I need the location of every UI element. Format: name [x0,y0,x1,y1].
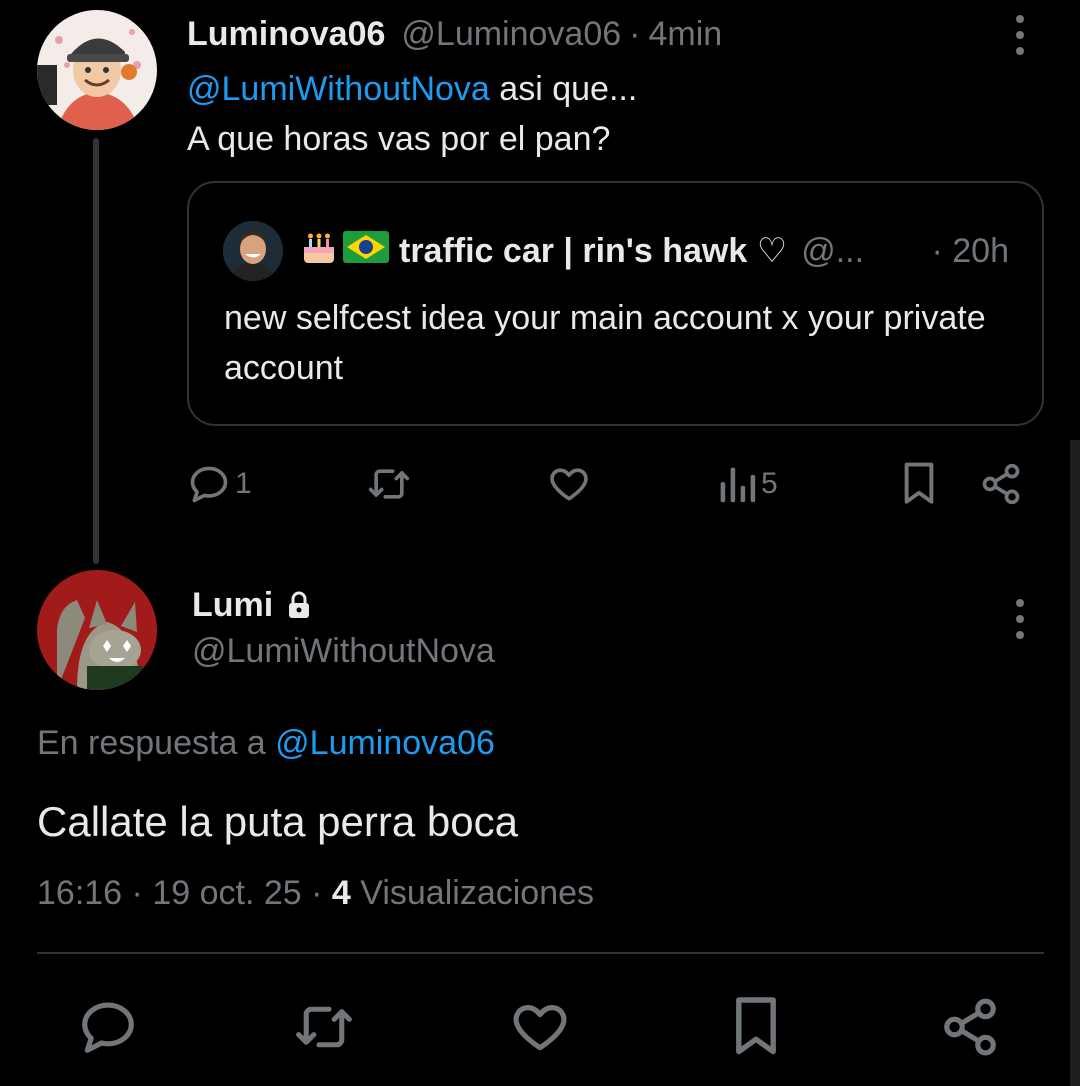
tweet-time[interactable]: 4min [648,15,722,54]
retweet-button[interactable] [365,456,413,512]
more-dot-icon [1016,15,1024,23]
quoted-time: · 20h [931,232,1009,271]
quoted-emojis [299,227,389,276]
quoted-handle[interactable]: @... [801,232,864,271]
reply-icon [190,466,228,503]
tweet-header: Luminova06 @Luminova06 · 4min [187,12,722,56]
more-options-button[interactable] [1000,10,1040,60]
tweet-text: @LumiWithoutNova asi que... A que horas … [187,64,1037,164]
divider [37,952,1044,954]
more-dot-icon [1016,31,1024,39]
bookmark-button[interactable] [721,992,791,1062]
brazil-flag-icon [343,230,389,272]
views-count: 5 [761,467,778,500]
avatar[interactable] [37,570,157,690]
views-count: 4 [331,874,351,912]
views-icon [720,467,756,503]
tweet-text-line1: asi que... [489,70,638,108]
quoted-avatar[interactable] [223,221,283,281]
bookmark-icon [904,462,934,504]
user-handle[interactable]: @LumiWithoutNova [192,628,495,674]
share-icon [982,463,1020,505]
tweet-date[interactable]: 19 oct. 25 [152,874,301,912]
tweet-actions [37,992,1044,1062]
display-name[interactable]: Luminova06 [187,15,385,54]
replying-to-link[interactable]: @Luminova06 [275,724,495,762]
lock-icon [287,591,311,619]
tweet-text: Callate la puta perra boca [37,798,518,845]
quoted-display-name[interactable]: traffic car | rin's hawk ♡ [399,231,787,271]
quoted-tweet-card[interactable]: traffic car | rin's hawk ♡ @... · 20h ne… [187,181,1044,426]
separator-dot: · [931,231,943,270]
reply-button[interactable] [73,992,143,1062]
separator-dot: · [311,874,323,912]
tweet-text-line2: A que horas vas por el pan? [187,120,611,158]
bookmark-button[interactable] [899,456,939,512]
reply-button[interactable]: 1 [187,456,252,512]
more-dot-icon [1016,599,1024,607]
tweet-actions: 1 5 [187,456,1037,512]
retweet-button[interactable] [289,992,359,1062]
quoted-text: new selfcest idea your main account x yo… [224,299,986,387]
replying-prefix: En respuesta a [37,724,276,762]
display-name-row: Lumi [192,582,311,628]
like-button[interactable] [505,992,575,1062]
quoted-time-value[interactable]: 20h [952,232,1009,270]
more-dot-icon [1016,631,1024,639]
like-button[interactable] [547,456,591,512]
share-button[interactable] [935,992,1005,1062]
quoted-header: traffic car | rin's hawk ♡ @... · 20h [299,223,1009,279]
display-name[interactable]: Lumi [192,586,273,625]
more-dot-icon [1016,615,1024,623]
views-button[interactable]: 5 [717,456,778,512]
like-icon [550,468,588,501]
mention-link[interactable]: @LumiWithoutNova [187,70,490,108]
more-dot-icon [1016,47,1024,55]
separator-dot: · [131,874,143,912]
user-handle[interactable]: @Luminova06 [401,15,621,54]
replying-to: En respuesta a @Luminova06 [37,720,495,766]
share-icon [944,998,996,1056]
cake-icon [299,227,339,276]
bookmark-icon [736,997,776,1055]
avatar[interactable] [37,10,157,130]
tweet-time[interactable]: 16:16 [37,874,122,912]
separator-dot: · [629,14,641,53]
tweet-meta: 16:16 · 19 oct. 25 · 4 Visualizaciones [37,868,594,918]
reply-icon [82,1002,134,1053]
retweet-icon [296,1006,352,1048]
thread-line [93,138,99,564]
like-icon [513,1005,567,1051]
retweet-icon [368,469,410,499]
share-button[interactable] [979,456,1023,512]
views-label[interactable]: Visualizaciones [360,874,594,912]
scrollbar[interactable] [1070,440,1080,1086]
more-options-button[interactable] [1000,594,1040,644]
tweet-thread-page: Luminova06 @Luminova06 · 4min @LumiWitho… [0,0,1080,1086]
reply-count: 1 [235,467,252,500]
